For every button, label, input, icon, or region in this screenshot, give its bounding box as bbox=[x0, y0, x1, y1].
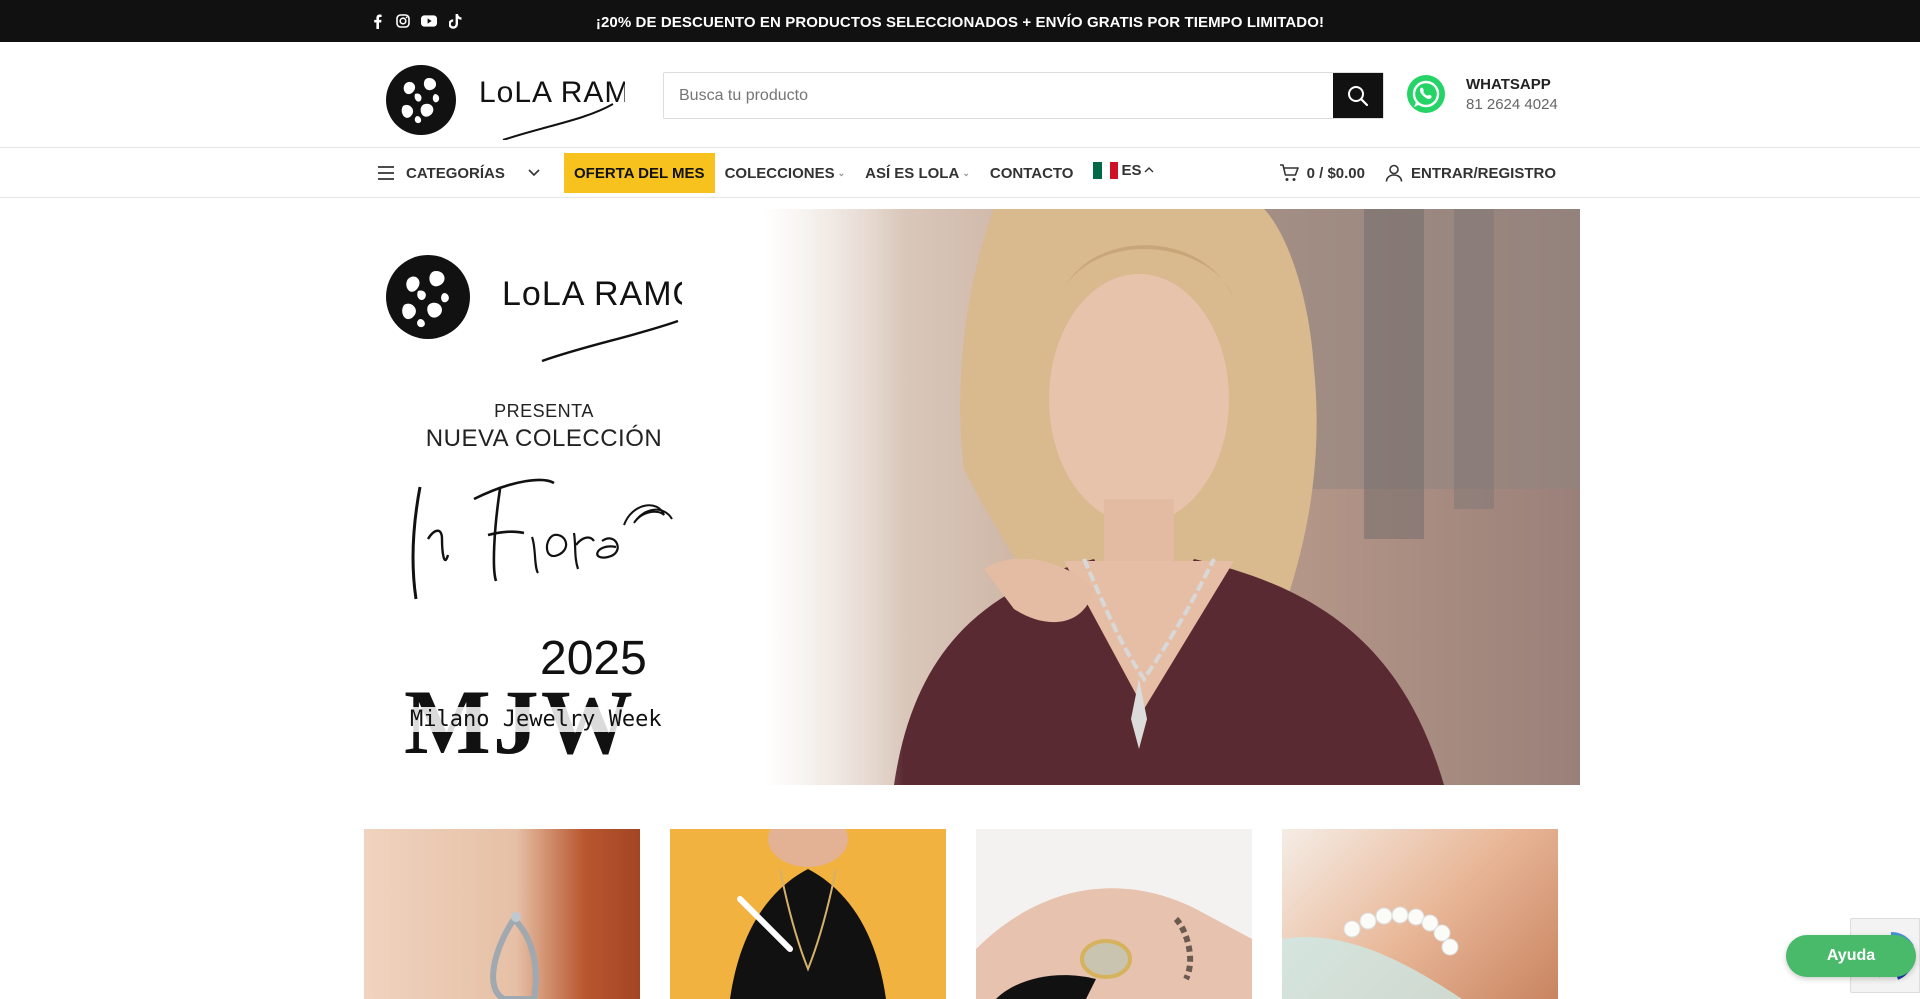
hero-text-panel: LoLA RAMOS PRESENTA NUEVA COLECCIÓN 2025… bbox=[364, 209, 764, 785]
whatsapp-number: 81 2624 4024 bbox=[1466, 95, 1558, 113]
category-card-rings[interactable] bbox=[976, 829, 1252, 999]
nav-item-contacto[interactable]: CONTACTO bbox=[980, 153, 1084, 193]
svg-text:LoLA RAMOS: LoLA RAMOS bbox=[502, 275, 682, 313]
collection-script-title bbox=[411, 478, 673, 600]
account-label: ENTRAR/REGISTRO bbox=[1410, 164, 1556, 182]
nav-item-oferta[interactable]: OFERTA DEL MES bbox=[564, 153, 715, 193]
category-cards bbox=[364, 829, 1558, 999]
category-card-necklaces[interactable] bbox=[670, 829, 946, 999]
hero-banner[interactable]: LoLA RAMOS PRESENTA NUEVA COLECCIÓN 2025… bbox=[364, 209, 1580, 785]
cart-icon bbox=[1279, 164, 1299, 181]
svg-text:LoLA RAMOS: LoLA RAMOS bbox=[479, 76, 625, 109]
main-nav: CATEGORÍAS OFERTA DEL MES COLECCIONES ⌄ A… bbox=[0, 148, 1920, 198]
search-bar bbox=[663, 72, 1384, 119]
milano-jewelry-week-logo: MJW Milano Jewelry Week bbox=[404, 676, 664, 769]
category-card-bracelets[interactable] bbox=[1282, 829, 1558, 999]
nav-item-colecciones[interactable]: COLECCIONES ⌄ bbox=[715, 153, 856, 193]
chevron-down-icon bbox=[528, 169, 540, 177]
chevron-down-icon: ⌄ bbox=[962, 167, 970, 178]
announcement-bar: ¡20% DE DESCUENTO EN PRODUCTOS SELECCION… bbox=[0, 0, 1920, 42]
category-card-earrings[interactable] bbox=[364, 829, 640, 999]
mexico-flag-icon bbox=[1093, 161, 1119, 179]
cart-total: 0 / $0.00 bbox=[1306, 164, 1365, 182]
whatsapp-title: WHATSAPP bbox=[1466, 75, 1551, 93]
chevron-down-icon: ⌄ bbox=[837, 167, 846, 178]
brand-logo[interactable]: LoLA RAMOS bbox=[385, 54, 675, 141]
site-header: LoLA RAMOS WHATSAPP 81 2624 4024 bbox=[0, 42, 1920, 148]
help-chat-button[interactable]: Ayuda bbox=[1786, 935, 1916, 977]
nav-item-asi-es-lola[interactable]: ASÍ ES LOLA ⌄ bbox=[855, 153, 980, 193]
promo-text: ¡20% DE DESCUENTO EN PRODUCTOS SELECCION… bbox=[595, 14, 1325, 31]
search-input[interactable] bbox=[664, 73, 1333, 118]
nav-label-colecciones: COLECCIONES bbox=[724, 164, 835, 182]
search-button[interactable] bbox=[1333, 73, 1383, 118]
mjw-subtitle: Milano Jewelry Week bbox=[408, 707, 664, 732]
nav-label-asi-es-lola: ASÍ ES LOLA bbox=[865, 164, 960, 182]
menu-icon bbox=[378, 166, 394, 180]
categories-menu[interactable]: CATEGORÍAS bbox=[378, 148, 540, 198]
search-icon bbox=[1348, 85, 1369, 106]
nav-links: OFERTA DEL MES COLECCIONES ⌄ ASÍ ES LOLA ⌄… bbox=[564, 153, 1164, 193]
hero-presenta: PRESENTA bbox=[494, 401, 594, 421]
language-label: ES bbox=[1121, 161, 1142, 179]
nav-label-oferta: OFERTA DEL MES bbox=[574, 164, 705, 182]
whatsapp-icon bbox=[1407, 75, 1445, 113]
hero-brand-logo: LoLA RAMOS bbox=[386, 255, 682, 363]
hero-nueva-coleccion: NUEVA COLECCIÓN bbox=[425, 425, 663, 452]
user-icon bbox=[1385, 164, 1403, 182]
nav-label-contacto: CONTACTO bbox=[989, 164, 1074, 182]
help-label: Ayuda bbox=[1826, 947, 1876, 964]
categories-label: CATEGORÍAS bbox=[406, 164, 505, 182]
whatsapp-contact[interactable]: WHATSAPP 81 2624 4024 bbox=[1406, 74, 1558, 114]
language-selector[interactable]: ES bbox=[1083, 150, 1164, 190]
cart-button[interactable]: 0 / $0.00 bbox=[1279, 164, 1365, 182]
chevron-up-icon bbox=[1144, 167, 1154, 173]
nav-right: 0 / $0.00 ENTRAR/REGISTRO bbox=[1279, 148, 1556, 198]
account-button[interactable]: ENTRAR/REGISTRO bbox=[1385, 164, 1556, 182]
hero-photo-fade bbox=[764, 209, 904, 785]
hero-model-photo bbox=[764, 209, 1580, 785]
